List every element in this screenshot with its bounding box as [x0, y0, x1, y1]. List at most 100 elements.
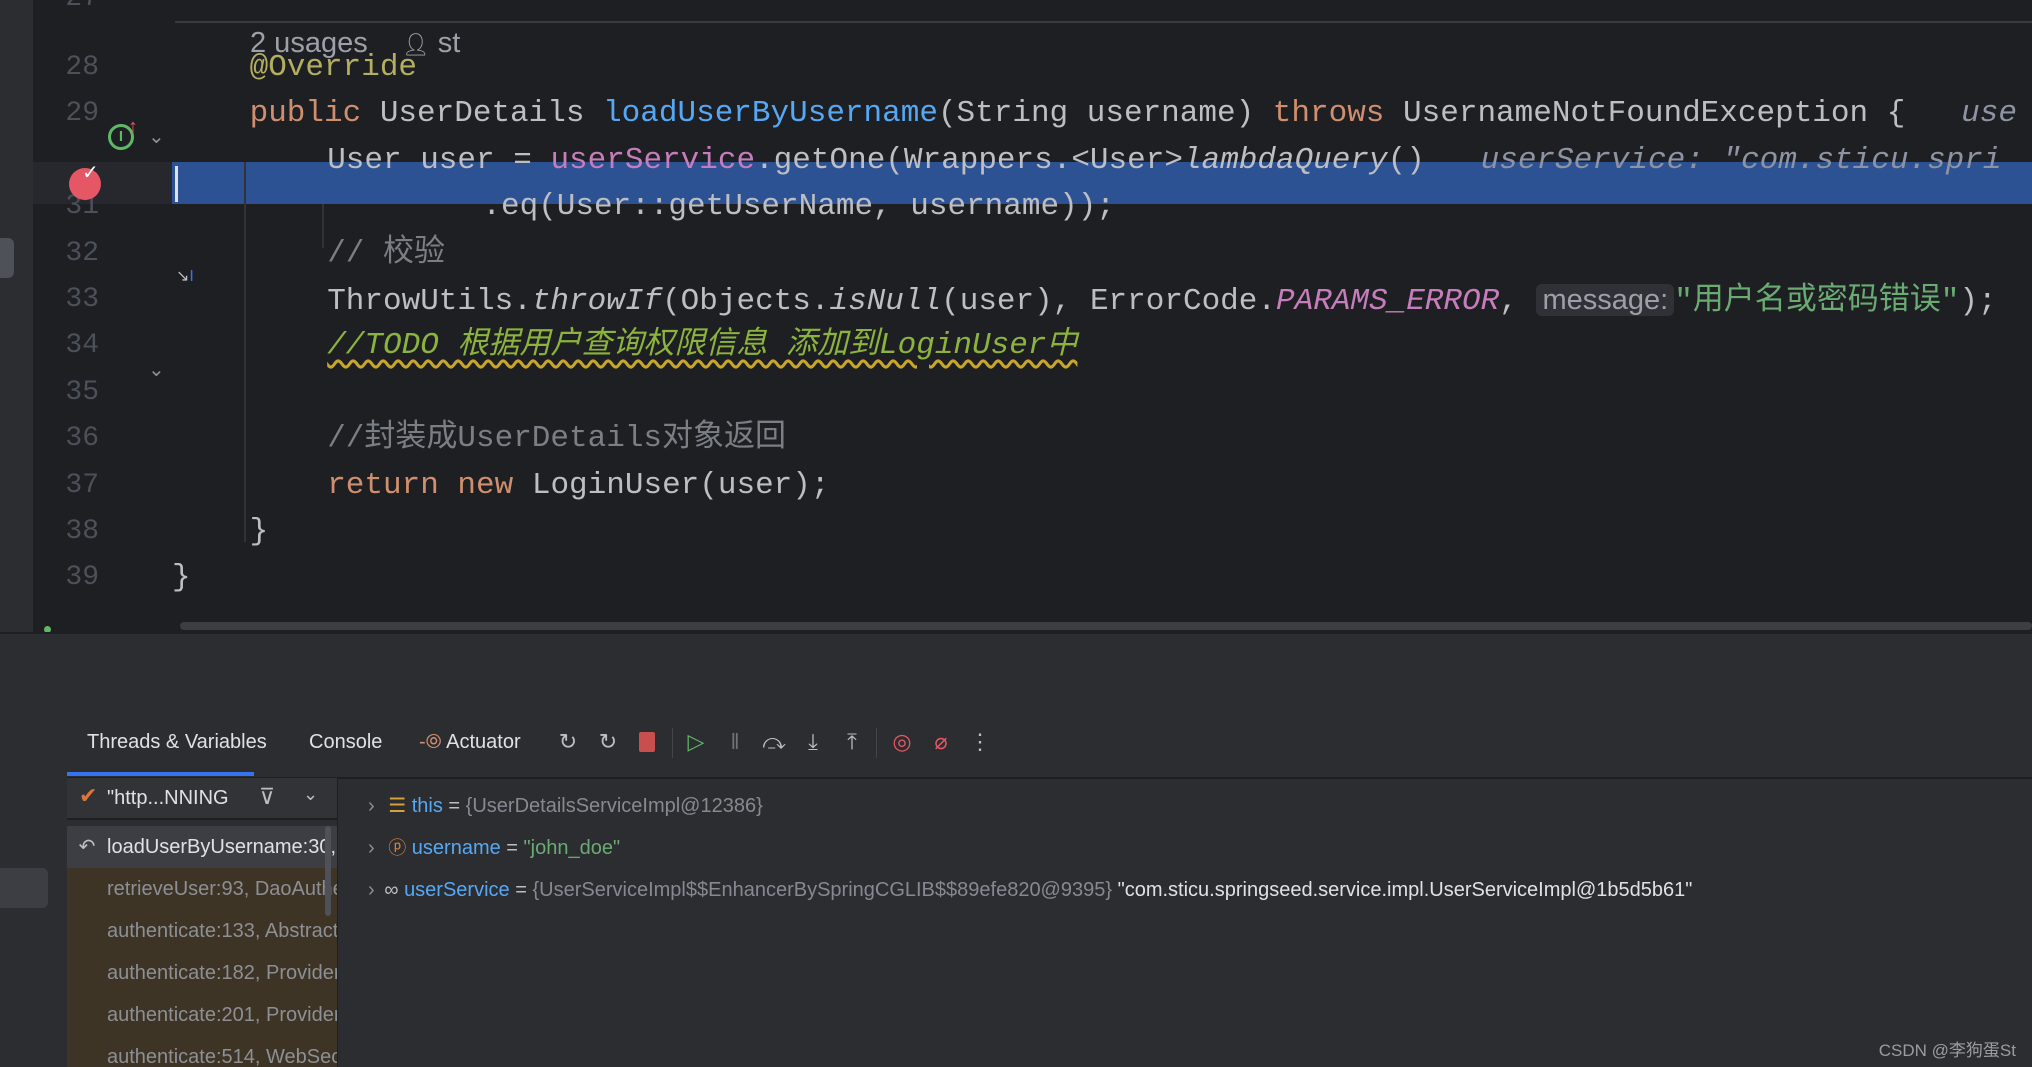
code-token: throwIf: [531, 284, 663, 319]
toolbar-separator: [876, 728, 877, 758]
code-token: //封装成UserDetails对象返回: [327, 421, 787, 457]
actuator-icon: -⦾: [419, 731, 442, 753]
parameter-icon: ⓟ: [388, 838, 407, 858]
resume-icon[interactable]: ▷: [682, 728, 710, 756]
line-number[interactable]: 33: [35, 277, 99, 323]
code-line[interactable]: public UserDetails loadUserByUsername(St…: [250, 91, 2017, 137]
code-line[interactable]: }: [250, 509, 269, 555]
tab-threads-variables[interactable]: Threads & Variables: [87, 731, 267, 754]
code-token: (String username): [937, 96, 1273, 132]
variable-value: "john_doe": [523, 837, 621, 859]
expand-chevron-icon[interactable]: ›: [368, 837, 375, 859]
code-line[interactable]: return new LoginUser(user);: [327, 463, 829, 509]
step-out-icon[interactable]: ⤒: [838, 728, 866, 756]
active-tab-indicator: [67, 772, 254, 776]
variable-row-this[interactable]: › ☰ this = {UserDetailsServiceImpl@12386…: [338, 786, 763, 826]
frames-scrollbar[interactable]: [325, 826, 331, 916]
code-token: PARAMS_ERROR: [1275, 284, 1500, 319]
code-line[interactable]: .eq(User::getUserName, username));: [482, 184, 1115, 230]
tool-strip-button[interactable]: [0, 868, 48, 908]
step-into-icon[interactable]: ⤓: [799, 728, 827, 756]
line-number[interactable]: 32: [35, 231, 99, 277]
code-token: .eq(User::getUserName, username));: [482, 189, 1115, 225]
left-tool-strip: [0, 0, 33, 632]
horizontal-scrollbar[interactable]: [180, 622, 2032, 630]
code-token: (Objects.: [662, 284, 830, 319]
code-token: loadUserByUsername: [603, 96, 938, 132]
fold-chevron-icon[interactable]: ⌄: [148, 357, 165, 382]
line-number: 27: [35, 0, 99, 22]
parameter-hint: message:: [1536, 284, 1675, 316]
expand-chevron-icon[interactable]: ›: [368, 795, 375, 817]
code-line[interactable]: //TODO 根据用户查询权限信息 添加到LoginUser中: [327, 323, 1077, 369]
stack-frame[interactable]: authenticate:201, ProviderManager: [67, 994, 337, 1036]
line-number[interactable]: 35: [35, 370, 99, 416]
pause-icon[interactable]: ‖: [721, 728, 749, 756]
view-breakpoints-icon[interactable]: ◎: [888, 728, 916, 756]
code-token: userService: [550, 142, 756, 178]
line-number[interactable]: 28: [35, 45, 99, 91]
fold-chevron-icon[interactable]: ⌄: [148, 124, 165, 149]
object-icon: ☰: [388, 795, 407, 817]
filter-icon[interactable]: ⊽: [259, 784, 275, 810]
stack-frame[interactable]: authenticate:182, ProviderManager: [67, 952, 337, 994]
variable-row-username[interactable]: › ⓟ username = "john_doe": [338, 828, 620, 868]
code-token: (user), ErrorCode.: [941, 284, 1276, 319]
mute-breakpoints-icon[interactable]: ⌀: [927, 728, 955, 756]
stack-frame[interactable]: authenticate:514, WebSecurityConfigurerA…: [67, 1036, 337, 1067]
line-number[interactable]: 34: [35, 323, 99, 369]
code-token: .getOne(Wrappers.<User>: [755, 142, 1183, 178]
return-arrow-icon: ↶: [78, 836, 96, 858]
variables-panel: › ☰ this = {UserDetailsServiceImpl@12386…: [338, 778, 2032, 1067]
code-line[interactable]: @Override: [250, 45, 417, 91]
tab-actuator[interactable]: -⦾ Actuator: [419, 731, 521, 754]
variable-name: userService: [404, 879, 510, 901]
panel-divider[interactable]: [0, 632, 2032, 707]
line-number[interactable]: 29: [35, 91, 99, 137]
arrow-up-icon: ↑: [128, 116, 138, 138]
step-over-icon[interactable]: ⤼: [760, 728, 788, 756]
code-token: LoginUser(user);: [531, 467, 830, 503]
line-number[interactable]: 38: [35, 509, 99, 555]
check-icon: ✓: [82, 162, 99, 184]
line-number[interactable]: 37: [35, 463, 99, 509]
thread-selector[interactable]: ✔ "http...NNING ⊽ ⌄: [67, 778, 337, 820]
code-token: UsernameNotFoundException {: [1403, 96, 1962, 132]
field-watch-icon: ∞: [384, 879, 399, 901]
line-number[interactable]: 36: [35, 416, 99, 462]
code-line[interactable]: //封装成UserDetails对象返回: [327, 416, 786, 462]
rerun-debug-icon[interactable]: ↻: [594, 728, 622, 756]
stack-frame[interactable]: retrieveUser:93, DaoAuthenticationProvid…: [67, 868, 337, 910]
code-line[interactable]: User user = userService.getOne(Wrappers.…: [327, 138, 2001, 184]
rerun-icon[interactable]: ↻: [554, 728, 582, 756]
frame-label: authenticate:201, ProviderManager: [107, 1004, 337, 1026]
tab-console[interactable]: Console: [309, 731, 382, 754]
variable-tostring: "com.sticu.springseed.service.impl.UserS…: [1117, 879, 1693, 901]
expand-chevron-icon[interactable]: ›: [368, 879, 375, 901]
code-line[interactable]: }: [172, 555, 191, 601]
more-icon[interactable]: ⋮: [966, 728, 994, 756]
code-token: userService: "com.sticu.spri: [1480, 142, 2002, 178]
code-token: throws: [1272, 96, 1404, 132]
code-token: new: [457, 467, 532, 503]
breakpoint-icon[interactable]: ✓: [69, 162, 101, 200]
variable-row-userservice[interactable]: › ∞ userService = {UserServiceImpl$$Enha…: [338, 870, 1692, 910]
watermark: CSDN @李狗蛋St: [1878, 1041, 2016, 1060]
chevron-down-icon[interactable]: ⌄: [303, 784, 318, 805]
tool-strip-button[interactable]: [0, 238, 14, 278]
cursor-icon: ↘I: [176, 268, 194, 285]
line-number[interactable]: 39: [35, 555, 99, 601]
stack-frame[interactable]: ↶ loadUserByUsername:30, UserDetailsServi…: [67, 826, 337, 868]
code-token: UserDetails: [379, 96, 604, 132]
code-line[interactable]: ThrowUtils.throwIf(Objects.isNull(user),…: [327, 277, 1997, 323]
variable-name: username: [411, 837, 501, 859]
code-token: }: [249, 514, 269, 549]
stop-icon[interactable]: [633, 728, 661, 756]
code-token: (): [1387, 142, 1481, 178]
frame-label: retrieveUser:93, DaoAuthenticationProvid…: [107, 878, 337, 900]
stack-frame[interactable]: authenticate:133, AbstractUserDetailsAut…: [67, 910, 337, 952]
code-token: );: [1959, 284, 1997, 319]
code-token: lambdaQuery: [1182, 142, 1388, 178]
code-line[interactable]: // 校验: [327, 231, 445, 277]
code-token: User user =: [327, 142, 551, 178]
